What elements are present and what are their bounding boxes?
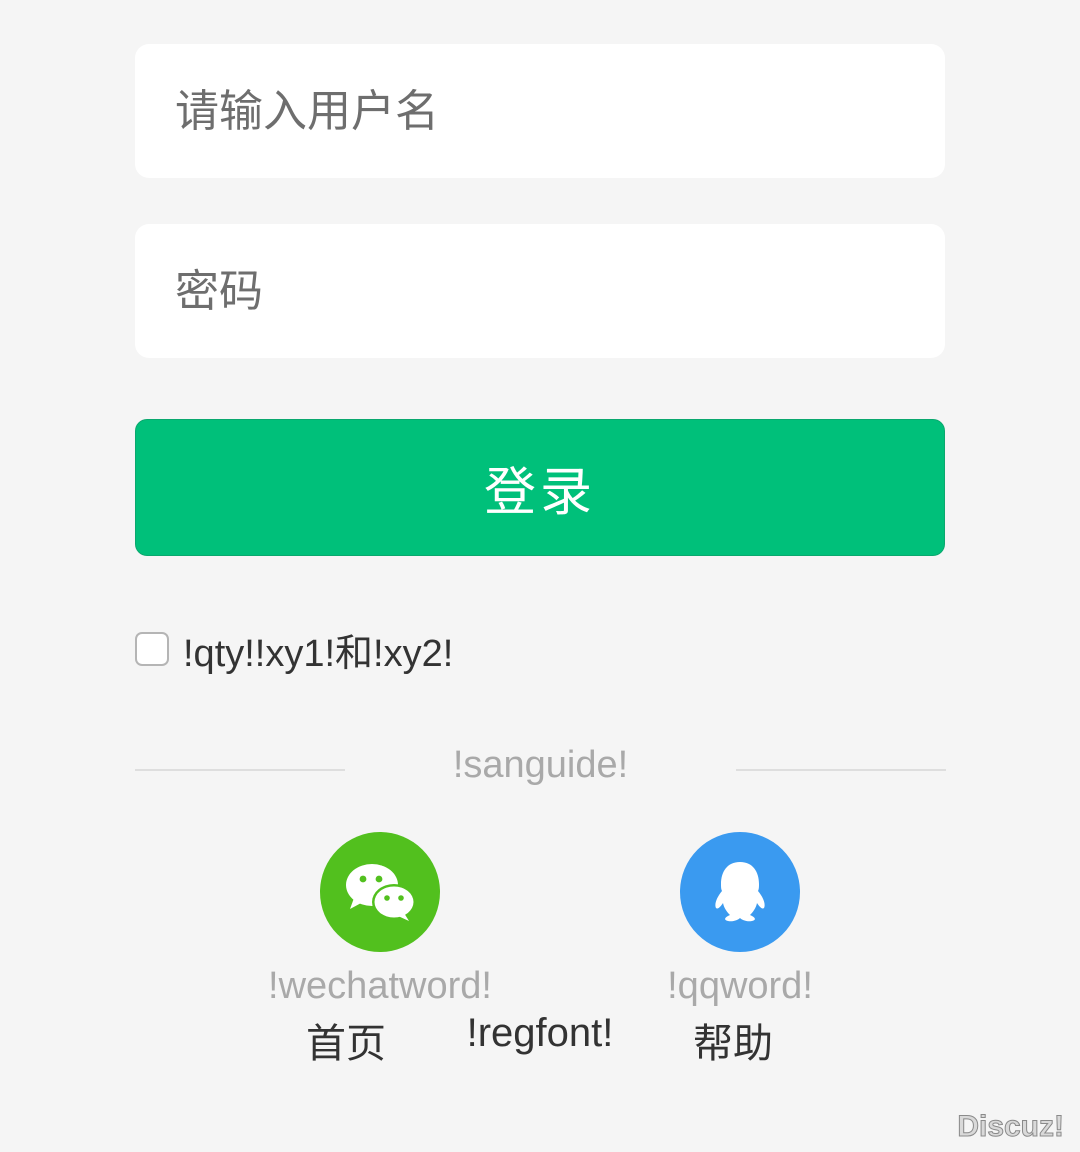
- qq-icon: [715, 862, 765, 922]
- qq-label: !qqword!: [667, 965, 813, 1007]
- agreement-checkbox[interactable]: [135, 632, 169, 666]
- third-party-login-title: !sanguide!: [452, 744, 629, 786]
- divider-right: [736, 769, 946, 771]
- username-field[interactable]: [135, 44, 945, 178]
- discuz-watermark: Discuz!: [957, 1110, 1065, 1144]
- password-input[interactable]: [173, 264, 945, 318]
- agreement-row: !qty!!xy1!和!xy2!: [135, 624, 454, 675]
- register-link[interactable]: !regfont!: [430, 1011, 650, 1056]
- divider-left: [135, 769, 345, 771]
- qq-login-button[interactable]: [680, 832, 800, 952]
- wechat-icon: [346, 864, 416, 921]
- home-link[interactable]: 首页: [266, 1011, 426, 1069]
- wechat-label: !wechatword!: [268, 965, 492, 1007]
- login-button[interactable]: 登录: [135, 419, 945, 556]
- password-field[interactable]: [135, 224, 945, 358]
- help-link[interactable]: 帮助: [653, 1011, 813, 1069]
- agreement-text: !qty!!xy1!和!xy2!: [183, 632, 454, 675]
- wechat-login-button[interactable]: [320, 832, 440, 952]
- username-input[interactable]: [173, 84, 945, 138]
